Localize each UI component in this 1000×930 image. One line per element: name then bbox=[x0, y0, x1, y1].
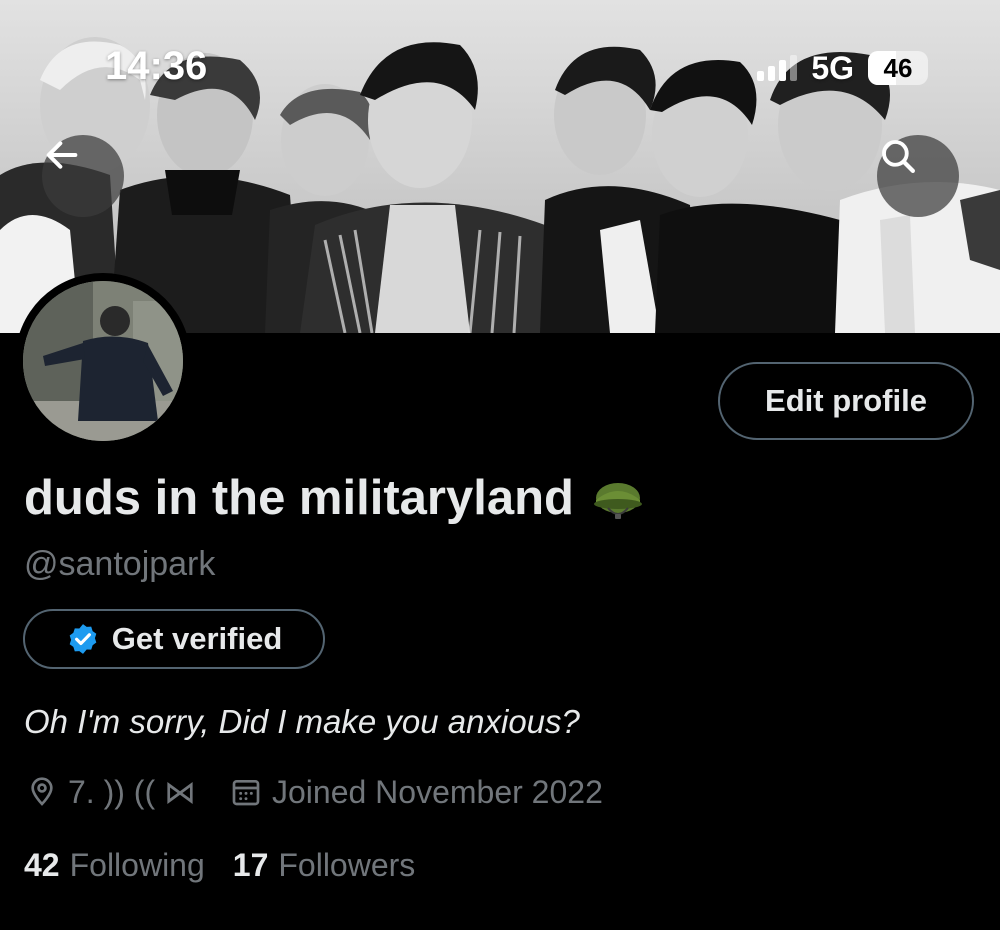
battery-percent: 46 bbox=[883, 52, 913, 83]
search-icon bbox=[882, 140, 915, 173]
following-link[interactable]: 42 Following bbox=[24, 847, 205, 884]
followers-count: 17 bbox=[232, 847, 269, 883]
follow-stats: 42 Following 17 Followers bbox=[24, 847, 415, 884]
verified-badge-icon bbox=[69, 624, 97, 654]
military-helmet-emoji bbox=[593, 483, 642, 519]
location-pin-icon bbox=[31, 777, 53, 806]
profile-bio: Oh I'm sorry, Did I make you anxious? bbox=[24, 703, 580, 740]
calendar-icon bbox=[232, 780, 260, 806]
profile-banner[interactable]: 14:36 5G 46 bbox=[0, 0, 1000, 333]
get-verified-label: Get verified bbox=[111, 621, 283, 656]
profile-location: 7. )) (( ⋈ bbox=[26, 773, 196, 811]
status-time: 14:36 bbox=[105, 44, 208, 88]
followers-link[interactable]: 17 Followers bbox=[233, 847, 416, 884]
profile-joined: Joined November 2022 bbox=[230, 774, 603, 811]
get-verified-button[interactable]: Get verified bbox=[23, 609, 325, 669]
search-button[interactable] bbox=[877, 135, 959, 217]
profile-avatar[interactable] bbox=[15, 273, 191, 449]
joined-text: Joined November 2022 bbox=[271, 773, 603, 810]
following-count: 42 bbox=[24, 847, 60, 883]
battery-icon: 46 bbox=[868, 51, 928, 85]
back-button[interactable] bbox=[42, 135, 124, 217]
location-text: 7. )) (( ⋈ bbox=[68, 774, 196, 810]
profile-meta: 7. )) (( ⋈ Joined November 2022 bbox=[26, 773, 603, 811]
signal-icon bbox=[757, 55, 798, 81]
edit-profile-button[interactable]: Edit profile bbox=[718, 362, 974, 440]
display-name: duds in the militaryland bbox=[24, 470, 646, 526]
display-name-text: duds in the militaryland bbox=[24, 471, 574, 525]
following-label: Following bbox=[69, 847, 205, 883]
profile-handle: @santojpark bbox=[24, 545, 216, 583]
arrow-left-icon bbox=[46, 141, 78, 169]
status-indicators: 5G 46 bbox=[757, 48, 928, 88]
followers-label: Followers bbox=[278, 847, 416, 883]
network-type: 5G bbox=[811, 49, 854, 86]
avatar-image bbox=[23, 281, 183, 441]
